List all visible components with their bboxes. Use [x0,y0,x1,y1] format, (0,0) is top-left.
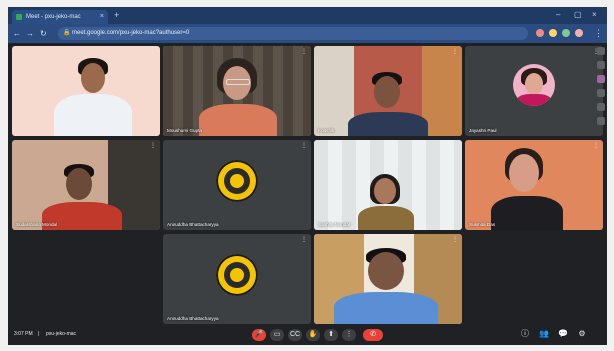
separator: | [38,331,40,337]
browser-window: Meet - pxu-jeko-mac × + – ▢ × ← → ↻ 🔒 me… [8,7,607,345]
participant-name: Aniruddha Bhattacharyya [167,222,219,227]
rail-icon[interactable] [597,47,605,55]
extension-icon[interactable] [549,29,557,37]
browser-menu-icon[interactable]: ⋮ [594,27,603,40]
profile-avatar-icon[interactable] [575,29,583,37]
rail-icon[interactable] [597,103,605,111]
avatar [513,64,555,107]
meeting-code: pxu-jeko-mac [46,331,77,337]
back-icon[interactable]: ← [13,27,21,40]
college-logo [216,253,258,296]
tile-more-icon[interactable]: ⋮ [301,236,307,243]
reload-icon[interactable]: ↻ [40,27,47,40]
meeting-controls-bar: 3:07 PM | pxu-jeko-mac 🎤 ▭ CC ✋ ⬆ ⋮ ✆ ⓘ … [8,325,607,345]
tab-title: Meet - pxu-jeko-mac [26,14,81,20]
tile-more-icon[interactable]: ⋮ [452,142,458,149]
more-options-button[interactable]: ⋮ [342,329,356,341]
extension-icon[interactable] [562,29,570,37]
participant-name: Sanhita Mondal [318,222,350,227]
participant-name: Moushumi Gupta [167,128,202,133]
rail-icon[interactable] [597,75,605,83]
tile-more-icon[interactable]: ⋮ [452,48,458,55]
participant-tile[interactable]: ⋮ Moushumi Gupta [163,46,311,136]
raise-hand-button[interactable]: ✋ [306,329,320,341]
college-logo [216,159,258,202]
tab-close-icon[interactable]: × [100,10,104,24]
maximize-icon[interactable]: ▢ [574,9,582,21]
mic-button[interactable]: 🎤 [252,329,266,341]
participant-tile[interactable]: ⋮ Sudarshana Mondal [12,140,160,230]
participant-name: Sudarshana Mondal [16,222,58,227]
participant-tile[interactable]: ⋮ Jayashri Paul [465,46,603,136]
meeting-time: 3:07 PM [14,331,33,337]
participant-tile[interactable]: ⋮ [314,234,462,324]
participant-name: Susmita Das [469,222,496,227]
participant-name: Koushik [318,128,335,133]
camera-button[interactable]: ▭ [270,329,284,341]
tile-more-icon[interactable]: ⋮ [301,142,307,149]
url-text: meet.google.com/pxu-jeko-mac?authuser=0 [72,30,190,36]
extension-icon[interactable] [536,29,544,37]
participant-tile[interactable]: ⋮ Koushik [314,46,462,136]
tile-more-icon[interactable]: ⋮ [150,48,156,55]
rail-icon[interactable] [597,117,605,125]
info-icon[interactable]: ⓘ [520,329,530,339]
rail-icon[interactable] [597,89,605,97]
rail-icon[interactable] [597,61,605,69]
browser-tab[interactable]: Meet - pxu-jeko-mac × [12,10,108,24]
close-window-icon[interactable]: × [592,9,597,21]
new-tab-icon[interactable]: + [114,10,119,21]
side-rail [595,47,607,167]
tile-more-icon[interactable]: ⋮ [301,48,307,55]
end-call-button[interactable]: ✆ [363,329,383,341]
url-input[interactable]: 🔒 meet.google.com/pxu-jeko-mac?authuser=… [58,27,528,40]
tile-more-icon[interactable]: ⋮ [452,236,458,243]
participant-tile[interactable]: ⋮ Aniruddha Bhattacharyya [163,140,311,230]
participant-tile[interactable]: ⋮ Aniruddha Bhattacharyya [163,234,311,324]
participant-tile[interactable]: ⋮ [12,46,160,136]
participant-name: Jayashri Paul [469,128,497,133]
meet-favicon-icon [16,14,22,20]
participant-tile[interactable]: ⋮ Sanhita Mondal [314,140,462,230]
captions-button[interactable]: CC [288,329,302,341]
participant-name: Aniruddha Bhattacharyya [167,316,219,321]
minimize-icon[interactable]: – [556,9,560,21]
forward-icon[interactable]: → [26,27,34,40]
tile-more-icon[interactable]: ⋮ [150,142,156,149]
chat-icon[interactable]: 💬 [558,329,568,339]
tab-bar: Meet - pxu-jeko-mac × + – ▢ × [8,7,607,24]
activities-icon[interactable]: ⚙ [577,329,587,339]
address-toolbar: ← → ↻ 🔒 meet.google.com/pxu-jeko-mac?aut… [8,24,607,43]
people-icon[interactable]: 👥 [539,329,549,339]
participant-tile[interactable]: ⋮ Susmita Das [465,140,603,230]
present-button[interactable]: ⬆ [324,329,338,341]
lock-icon: 🔒 [63,30,71,36]
